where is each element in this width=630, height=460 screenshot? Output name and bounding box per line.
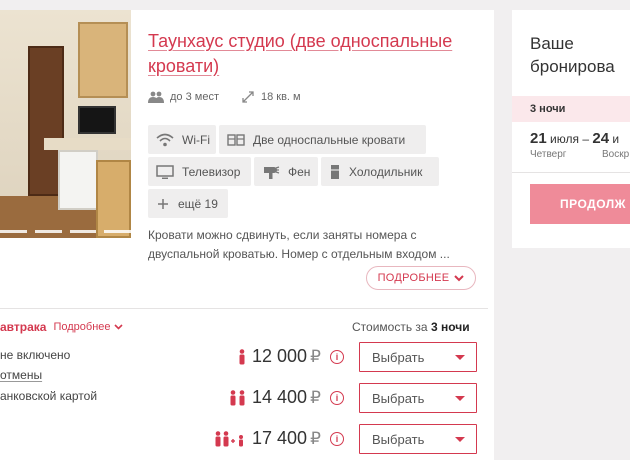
amenity-twin-beds: Две односпальные кровати bbox=[219, 125, 426, 154]
booking-title: Ваше бронирова bbox=[530, 34, 615, 76]
room-description: Кровати можно сдвинуть, если заняты номе… bbox=[148, 228, 450, 261]
room-card: Таунхаус студио (две односпальные кроват… bbox=[0, 10, 494, 460]
price-row-1: 12 000 ₽ bbox=[252, 346, 321, 366]
amenity-hairdryer: Фен bbox=[254, 157, 318, 186]
amenity-wifi: Wi-Fi bbox=[148, 125, 216, 154]
booking-summary: Ваше бронирова 3 ночи 21 июля – 24 и Чет… bbox=[512, 10, 630, 248]
checkout-weekday: Воскр bbox=[602, 149, 630, 160]
breakfast-more-link[interactable]: Подробнее bbox=[53, 321, 110, 333]
select-rate-1[interactable]: Выбрать bbox=[359, 342, 477, 372]
cost-label: Стоимость за 3 ночи bbox=[352, 320, 470, 334]
caret-down-icon bbox=[455, 355, 465, 360]
twin-beds-icon bbox=[227, 133, 245, 146]
guests-icon bbox=[148, 91, 164, 103]
booking-dates: 21 июля – 24 и bbox=[530, 130, 620, 147]
more-details-button[interactable]: ПОДРОБНЕЕ bbox=[366, 266, 476, 290]
guests-capacity: до 3 мест bbox=[170, 91, 219, 103]
chevron-down-icon bbox=[454, 274, 465, 281]
condition-cancellation[interactable]: отмены bbox=[0, 368, 42, 382]
room-title[interactable]: Таунхаус студио (две односпальные кроват… bbox=[148, 29, 478, 79]
amenity-fridge: Холодильник bbox=[321, 157, 439, 186]
two-guests-icon bbox=[230, 390, 245, 406]
info-icon[interactable]: i bbox=[330, 350, 344, 364]
select-rate-2[interactable]: Выбрать bbox=[359, 383, 477, 413]
continue-button[interactable]: ПРОДОЛЖ bbox=[530, 184, 630, 224]
plus-icon bbox=[158, 198, 168, 209]
room-photo[interactable] bbox=[0, 10, 131, 238]
condition-payment: анковской картой bbox=[0, 389, 98, 403]
room-meta: до 3 мест 18 кв. м bbox=[148, 90, 323, 104]
chevron-down-icon bbox=[113, 324, 123, 330]
booking-nights: 3 ночи bbox=[512, 96, 630, 122]
tv-icon bbox=[156, 164, 174, 179]
one-guest-icon bbox=[239, 349, 245, 365]
caret-down-icon bbox=[455, 437, 465, 442]
photo-pagination[interactable] bbox=[0, 230, 131, 234]
breakfast-header: автрака Подробнее bbox=[0, 320, 123, 334]
price-row-3: 17 400 ₽ bbox=[252, 428, 321, 448]
amenity-tv: Телевизор bbox=[148, 157, 251, 186]
hairdryer-icon bbox=[264, 165, 280, 179]
wifi-icon bbox=[156, 133, 174, 146]
area-icon bbox=[242, 91, 254, 103]
checkin-weekday: Четверг bbox=[530, 149, 567, 160]
caret-down-icon bbox=[455, 396, 465, 401]
select-rate-3[interactable]: Выбрать bbox=[359, 424, 477, 454]
two-guests-plus-child-icon bbox=[215, 431, 243, 447]
info-icon[interactable]: i bbox=[330, 432, 344, 446]
divider bbox=[512, 172, 630, 173]
condition-breakfast: не включено bbox=[0, 348, 71, 362]
info-icon[interactable]: i bbox=[330, 391, 344, 405]
divider bbox=[0, 308, 488, 309]
price-row-2: 14 400 ₽ bbox=[252, 387, 321, 407]
amenity-more-chip[interactable]: ещё 19 bbox=[148, 189, 228, 218]
fridge-icon bbox=[331, 164, 339, 179]
room-area: 18 кв. м bbox=[260, 91, 301, 103]
